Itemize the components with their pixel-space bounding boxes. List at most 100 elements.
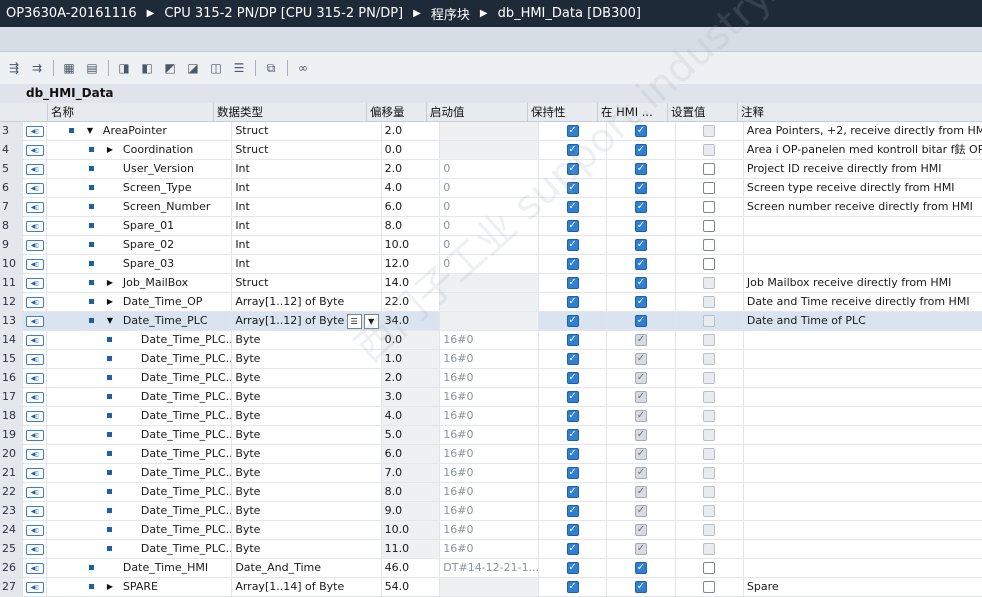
setpoint-checkbox[interactable]	[703, 182, 716, 194]
table-row[interactable]: 22 ◀▯ Date_Time_PLC... Byte 8.0 16#0 ✓ ✓	[0, 483, 982, 502]
name-cell[interactable]: Date_Time_PLC...	[47, 483, 233, 501]
datatype-value[interactable]: Int	[235, 200, 250, 213]
setpoint-checkbox[interactable]	[703, 163, 716, 175]
retain-checkbox[interactable]: ✓	[566, 182, 579, 194]
hmi-visible-checkbox[interactable]: ✓	[634, 353, 647, 365]
table-row[interactable]: 15 ◀▯ Date_Time_PLC... Byte 1.0 16#0 ✓ ✓	[0, 350, 982, 369]
start-value-cell[interactable]: 0	[440, 160, 539, 178]
hmi-visible-checkbox[interactable]: ✓	[634, 543, 647, 555]
name-cell[interactable]: Date_Time_PLC...	[47, 369, 233, 387]
table-row[interactable]: 9 ◀▯ Spare_02 Int 10.0 0 ✓ ✓	[0, 236, 982, 255]
datatype-value[interactable]: Struct	[235, 124, 268, 137]
member-name[interactable]: Date_Time_PLC...	[141, 350, 231, 368]
table-row[interactable]: 13 ◀▯ ▼ Date_Time_PLC Array[1..12] of Byte ☰ ▼…	[0, 312, 982, 331]
table-row[interactable]: 26 ◀▯ Date_Time_HMI Date_And_Time 46.0 DT#14-…	[0, 559, 982, 578]
datatype-cell[interactable]: Byte	[232, 388, 382, 406]
table-row[interactable]: 17 ◀▯ Date_Time_PLC... Byte 3.0 16#0 ✓ ✓	[0, 388, 982, 407]
member-name[interactable]: Date_Time_PLC...	[141, 407, 231, 425]
start-value-cell[interactable]: 0	[440, 255, 539, 273]
comment-cell[interactable]	[744, 388, 982, 406]
retain-checkbox[interactable]: ✓	[566, 505, 579, 517]
comment-cell[interactable]	[744, 217, 982, 235]
datatype-cell[interactable]: Date_And_Time	[232, 559, 382, 577]
member-name[interactable]: Date_Time_PLC...	[141, 426, 231, 444]
retain-checkbox[interactable]: ✓	[566, 315, 579, 327]
name-cell[interactable]: Screen_Number	[47, 198, 233, 216]
name-cell[interactable]: ▶ Job_MailBox	[47, 274, 233, 292]
expand-arrow-icon[interactable]: ▶	[107, 578, 113, 596]
member-name[interactable]: Screen_Type	[123, 179, 192, 197]
datatype-value[interactable]: Int	[235, 162, 250, 175]
name-cell[interactable]: Spare_02	[47, 236, 233, 254]
start-value-cell[interactable]: 16#0	[440, 445, 539, 463]
retain-checkbox[interactable]: ✓	[566, 334, 579, 346]
load-icon[interactable]: ◪	[183, 58, 203, 78]
collapse-arrow-icon[interactable]: ▼	[87, 122, 93, 140]
table-row[interactable]: 14 ◀▯ Date_Time_PLC... Byte 0.0 16#0 ✓ ✓	[0, 331, 982, 350]
datatype-cell[interactable]: Byte	[232, 445, 382, 463]
start-value-cell[interactable]: 16#0	[440, 540, 539, 558]
datatype-value[interactable]: Struct	[235, 276, 268, 289]
table-row[interactable]: 6 ◀▯ Screen_Type Int 4.0 0 ✓ ✓ Screen type recei…	[0, 179, 982, 198]
table-row[interactable]: 8 ◀▯ Spare_01 Int 8.0 0 ✓ ✓	[0, 217, 982, 236]
hmi-visible-checkbox[interactable]: ✓	[634, 144, 647, 156]
comment-cell[interactable]: Project ID receive directly from HMI	[744, 160, 982, 178]
column-header-offset[interactable]: 偏移量	[367, 103, 427, 121]
name-cell[interactable]: Spare_01	[47, 217, 233, 235]
comment-cell[interactable]	[744, 521, 982, 539]
name-cell[interactable]: User_Version	[47, 160, 233, 178]
comment-cell[interactable]: Job Mailbox receive directly from HMI	[744, 274, 982, 292]
name-cell[interactable]: Date_Time_PLC...	[47, 540, 233, 558]
member-name[interactable]: Date_Time_OP	[123, 293, 203, 311]
breadcrumb-cpu[interactable]: CPU 315-2 PN/DP [CPU 315-2 PN/DP]	[164, 6, 403, 21]
name-cell[interactable]: Date_Time_PLC...	[47, 426, 233, 444]
hmi-visible-checkbox[interactable]: ✓	[634, 258, 647, 270]
column-header-start-value[interactable]: 启动值	[427, 103, 528, 121]
member-name[interactable]: Date_Time_PLC	[123, 312, 208, 330]
start-value-cell[interactable]: 16#0	[440, 369, 539, 387]
datatype-picker[interactable]: ☰ ▼	[345, 314, 379, 329]
retain-checkbox[interactable]: ✓	[566, 163, 579, 175]
comment-cell[interactable]: Date and Time receive directly from HMI	[744, 293, 982, 311]
datatype-value[interactable]: Byte	[235, 390, 260, 403]
setpoint-checkbox[interactable]	[703, 239, 716, 251]
datatype-cell[interactable]: Array[1..14] of Byte	[232, 578, 382, 596]
comment-cell[interactable]	[744, 464, 982, 482]
monitor-icon[interactable]: ◨	[114, 58, 134, 78]
datatype-cell[interactable]: Array[1..12] of Byte	[232, 293, 382, 311]
start-value-cell[interactable]: 0	[440, 217, 539, 235]
glasses-icon[interactable]: ∞	[293, 58, 313, 78]
datatype-value[interactable]: Byte	[235, 409, 260, 422]
datatype-cell[interactable]: Struct	[232, 141, 382, 159]
start-value-cell[interactable]	[440, 274, 539, 292]
comment-cell[interactable]	[744, 331, 982, 349]
datatype-cell[interactable]: Struct	[232, 122, 382, 140]
column-header-hmi[interactable]: 在 HMI ...	[598, 103, 668, 121]
datatype-cell[interactable]: Int	[232, 236, 382, 254]
datatype-value[interactable]: Date_And_Time	[235, 561, 321, 574]
table-row[interactable]: 12 ◀▯ ▶ Date_Time_OP Array[1..12] of Byte 22.…	[0, 293, 982, 312]
start-value-cell[interactable]: DT#14-12-21-1...	[440, 559, 539, 577]
member-name[interactable]: Date_Time_PLC...	[141, 521, 231, 539]
datatype-value[interactable]: Array[1..12] of Byte	[235, 295, 344, 308]
datatype-value[interactable]: Byte	[235, 542, 260, 555]
datatype-cell[interactable]: Byte	[232, 369, 382, 387]
comment-cell[interactable]: Date and Time of PLC	[744, 312, 982, 330]
start-value-cell[interactable]	[440, 578, 539, 596]
datatype-cell[interactable]: Struct	[232, 274, 382, 292]
datatype-value[interactable]: Byte	[235, 523, 260, 536]
member-name[interactable]: AreaPointer	[103, 122, 167, 140]
retain-checkbox[interactable]: ✓	[566, 410, 579, 422]
retain-checkbox[interactable]: ✓	[566, 201, 579, 213]
comment-cell[interactable]	[744, 350, 982, 368]
hmi-visible-checkbox[interactable]: ✓	[634, 467, 647, 479]
start-value-cell[interactable]: 16#0	[440, 388, 539, 406]
expand-icon[interactable]: ▦	[59, 58, 79, 78]
datatype-value[interactable]: Int	[235, 257, 250, 270]
breadcrumb-block[interactable]: db_HMI_Data [DB300]	[498, 6, 641, 21]
name-cell[interactable]: Screen_Type	[47, 179, 233, 197]
datatype-value[interactable]: Array[1..14] of Byte	[235, 580, 344, 593]
datatype-cell[interactable]: Byte	[232, 483, 382, 501]
datatype-cell[interactable]: Byte	[232, 521, 382, 539]
name-cell[interactable]: ▼ AreaPointer	[47, 122, 233, 140]
